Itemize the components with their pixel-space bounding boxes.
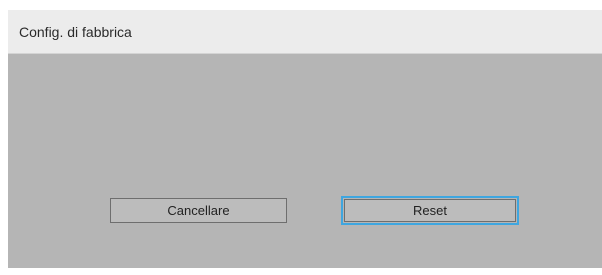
reset-button[interactable]: Reset — [341, 196, 519, 225]
reset-button-label: Reset — [413, 203, 447, 218]
cancel-button[interactable]: Cancellare — [110, 198, 287, 223]
cancel-button-label: Cancellare — [167, 203, 230, 218]
factory-reset-dialog: Config. di fabbrica Cancellare Reset — [8, 10, 602, 268]
dialog-title-bar: Config. di fabbrica — [8, 10, 602, 54]
dialog-title: Config. di fabbrica — [19, 24, 132, 40]
reset-button-face: Reset — [344, 199, 516, 222]
